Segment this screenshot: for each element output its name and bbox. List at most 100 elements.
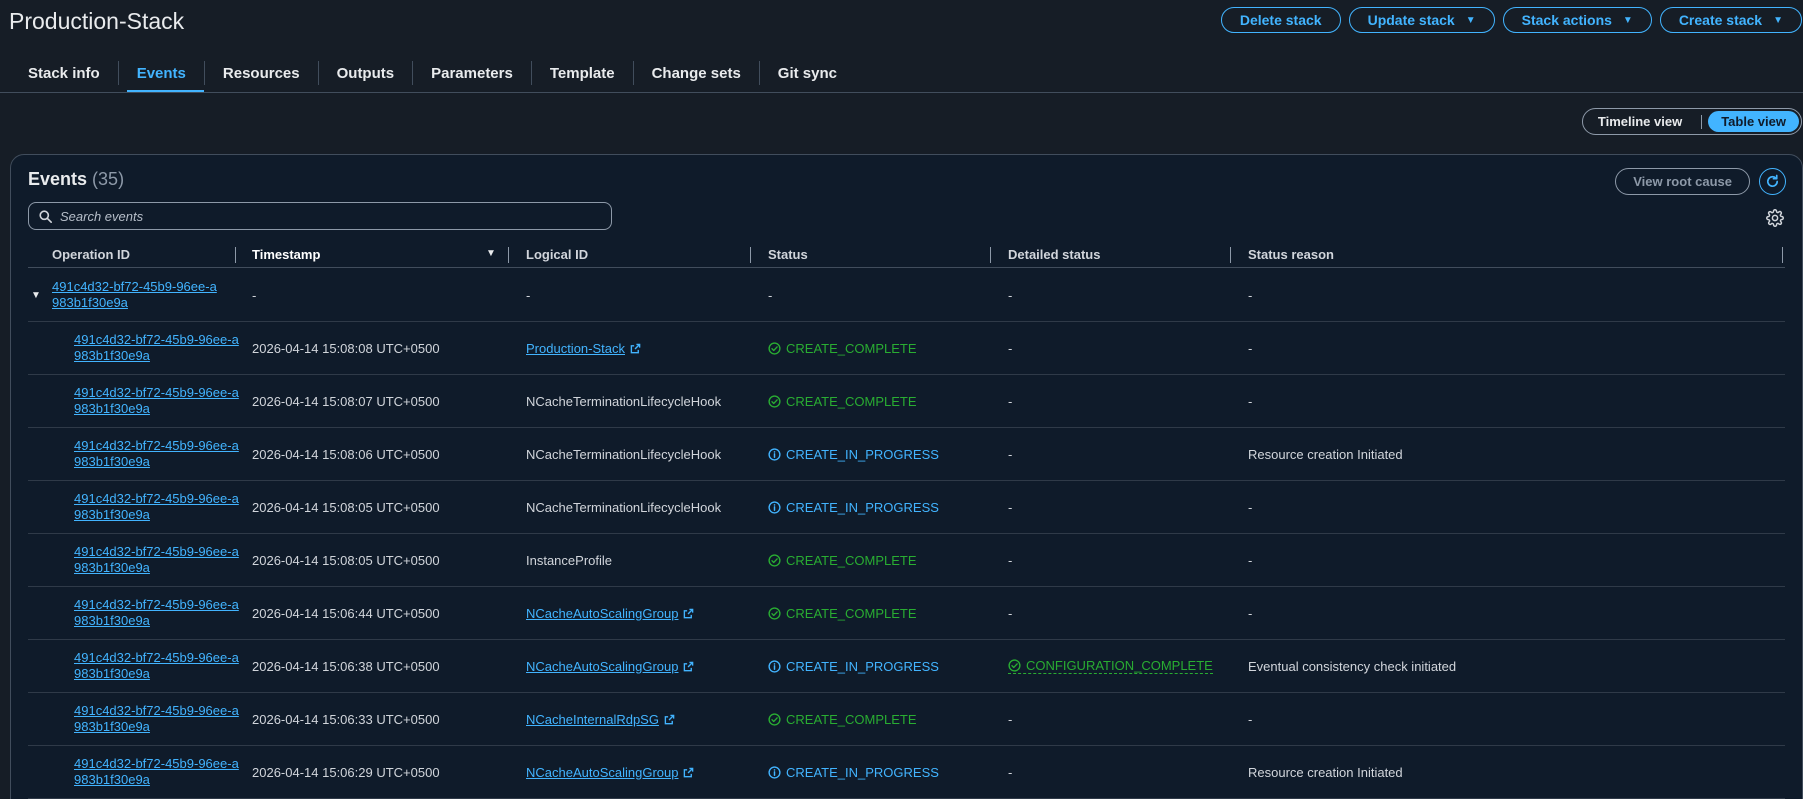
sort-descending-icon[interactable]: ▼ (486, 248, 496, 259)
operation-id-link[interactable]: 491c4d32-bf72-45b9-96ee-a983b1f30e9a (74, 438, 239, 470)
tab-template[interactable]: Template (532, 52, 633, 94)
timestamp-cell: 2026-04-14 15:08:08 UTC+0500 (252, 340, 440, 356)
logical-id-link[interactable]: Production-Stack (526, 341, 641, 356)
column-resizer[interactable] (750, 247, 751, 263)
column-header-detailed-status[interactable]: Detailed status (1008, 240, 1100, 268)
table-row: 491c4d32-bf72-45b9-96ee-a983b1f30e9a 202… (28, 481, 1785, 534)
search-events-input[interactable] (60, 208, 600, 224)
operation-id-link[interactable]: 491c4d32-bf72-45b9-96ee-a983b1f30e9a (52, 279, 217, 311)
status-reason-cell: - (1248, 340, 1253, 356)
table-view-toggle[interactable]: Table view (1708, 111, 1799, 132)
external-link-icon (684, 767, 694, 777)
create-stack-label: Create stack (1678, 12, 1763, 28)
status-indicator: CREATE_COMPLETE (768, 712, 917, 727)
timestamp-cell: 2026-04-14 15:06:29 UTC+0500 (252, 764, 440, 780)
stack-actions-button[interactable]: Stack actions ▼ (1502, 7, 1652, 33)
success-check-icon (1008, 659, 1021, 672)
logical-id-link[interactable]: NCacheAutoScalingGroup (526, 659, 694, 674)
column-header-operation-id[interactable]: Operation ID (52, 240, 130, 268)
column-resizer[interactable] (508, 247, 509, 263)
timestamp-cell: - (252, 287, 257, 303)
info-icon (768, 500, 781, 514)
operation-id-link[interactable]: 491c4d32-bf72-45b9-96ee-a983b1f30e9a (74, 756, 239, 788)
create-stack-button[interactable]: Create stack ▼ (1659, 7, 1802, 33)
tab-outputs[interactable]: Outputs (319, 52, 413, 94)
operation-id-link[interactable]: 491c4d32-bf72-45b9-96ee-a983b1f30e9a (74, 491, 239, 523)
logical-id-text: NCacheAutoScalingGroup (526, 605, 679, 621)
gear-icon[interactable] (1766, 209, 1784, 227)
column-header-logical-id[interactable]: Logical ID (526, 240, 588, 268)
status-reason-cell: - (1248, 393, 1253, 409)
events-heading: Events (35) (28, 169, 124, 190)
column-resizer[interactable] (1230, 247, 1231, 263)
search-icon (39, 209, 52, 223)
tab-parameters[interactable]: Parameters (413, 52, 531, 94)
status-indicator: CREATE_IN_PROGRESS (768, 659, 939, 674)
external-link-icon (684, 608, 694, 618)
logical-id-link[interactable]: NCacheAutoScalingGroup (526, 765, 694, 780)
status-reason-cell: - (1248, 552, 1253, 568)
table-row: 491c4d32-bf72-45b9-96ee-a983b1f30e9a 202… (28, 640, 1785, 693)
column-header-status-reason[interactable]: Status reason (1248, 240, 1334, 268)
operation-id-link[interactable]: 491c4d32-bf72-45b9-96ee-a983b1f30e9a (74, 703, 239, 735)
column-header-timestamp[interactable]: Timestamp (252, 240, 320, 268)
logical-id-cell: NCacheTerminationLifecycleHook (526, 393, 722, 409)
status-text: CREATE_IN_PROGRESS (786, 764, 939, 780)
logical-id-cell: NCacheTerminationLifecycleHook (526, 499, 722, 515)
status-cell: - (768, 287, 773, 303)
logical-id-cell: NCacheAutoScalingGroup (526, 746, 694, 798)
logical-id-link[interactable]: NCacheAutoScalingGroup (526, 606, 694, 621)
info-icon (768, 659, 781, 673)
tab-resources[interactable]: Resources (205, 52, 318, 94)
timeline-view-toggle[interactable]: Timeline view (1585, 111, 1695, 132)
logical-id-text: NCacheInternalRdpSG (526, 711, 659, 727)
success-check-icon (768, 394, 781, 408)
operation-id-link[interactable]: 491c4d32-bf72-45b9-96ee-a983b1f30e9a (74, 597, 239, 629)
tab-git-sync[interactable]: Git sync (760, 52, 855, 94)
external-link-icon (664, 714, 675, 724)
refresh-button[interactable] (1759, 168, 1786, 195)
column-resizer[interactable] (235, 247, 236, 263)
operation-id-link[interactable]: 491c4d32-bf72-45b9-96ee-a983b1f30e9a (74, 544, 239, 576)
column-resizer[interactable] (990, 247, 991, 263)
logical-id-cell: NCacheInternalRdpSG (526, 693, 675, 745)
detailed-status-indicator[interactable]: CONFIGURATION_COMPLETE (1008, 658, 1213, 674)
tab-events[interactable]: Events (119, 52, 205, 94)
status-indicator: CREATE_COMPLETE (768, 606, 917, 621)
success-check-icon (768, 553, 781, 567)
status-reason-cell: - (1248, 287, 1253, 303)
events-table-header: Operation ID Timestamp ▼ Logical ID Stat… (28, 240, 1785, 268)
column-resizer[interactable] (1782, 247, 1783, 263)
operation-id-link[interactable]: 491c4d32-bf72-45b9-96ee-a983b1f30e9a (74, 332, 239, 364)
info-icon (768, 765, 781, 779)
view-root-cause-button[interactable]: View root cause (1615, 168, 1750, 195)
timestamp-cell: 2026-04-14 15:08:06 UTC+0500 (252, 446, 440, 462)
logical-id-link[interactable]: NCacheInternalRdpSG (526, 712, 675, 727)
stack-actions-label: Stack actions (1521, 12, 1612, 28)
timestamp-cell: 2026-04-14 15:08:05 UTC+0500 (252, 552, 440, 568)
status-indicator: CREATE_IN_PROGRESS (768, 447, 939, 462)
table-row: 491c4d32-bf72-45b9-96ee-a983b1f30e9a 202… (28, 322, 1785, 375)
status-reason-cell: - (1248, 711, 1253, 727)
column-header-status[interactable]: Status (768, 240, 808, 268)
tab-stack-info[interactable]: Stack info (10, 52, 118, 94)
table-row: 491c4d32-bf72-45b9-96ee-a983b1f30e9a 202… (28, 746, 1785, 799)
delete-stack-button[interactable]: Delete stack (1220, 7, 1341, 33)
table-row: ▼ 491c4d32-bf72-45b9-96ee-a983b1f30e9a -… (28, 269, 1785, 322)
operation-id-link[interactable]: 491c4d32-bf72-45b9-96ee-a983b1f30e9a (74, 385, 239, 417)
tab-change-sets[interactable]: Change sets (634, 52, 759, 94)
detailed-status-cell: - (1008, 711, 1013, 727)
status-reason-cell: - (1248, 499, 1253, 515)
logical-id-cell: NCacheTerminationLifecycleHook (526, 446, 722, 462)
operation-id-link[interactable]: 491c4d32-bf72-45b9-96ee-a983b1f30e9a (74, 650, 239, 682)
status-reason-cell: Resource creation Initiated (1248, 764, 1403, 780)
status-cell: CREATE_IN_PROGRESS (768, 640, 939, 692)
refresh-icon (1767, 174, 1779, 187)
detailed-status-cell: CONFIGURATION_COMPLETE (1008, 640, 1213, 692)
info-icon (768, 447, 781, 461)
caret-down-icon[interactable]: ▼ (31, 290, 41, 301)
status-cell: CREATE_IN_PROGRESS (768, 428, 939, 480)
detailed-status-cell: - (1008, 446, 1013, 462)
timestamp-cell: 2026-04-14 15:08:07 UTC+0500 (252, 393, 440, 409)
update-stack-button[interactable]: Update stack ▼ (1348, 7, 1495, 33)
